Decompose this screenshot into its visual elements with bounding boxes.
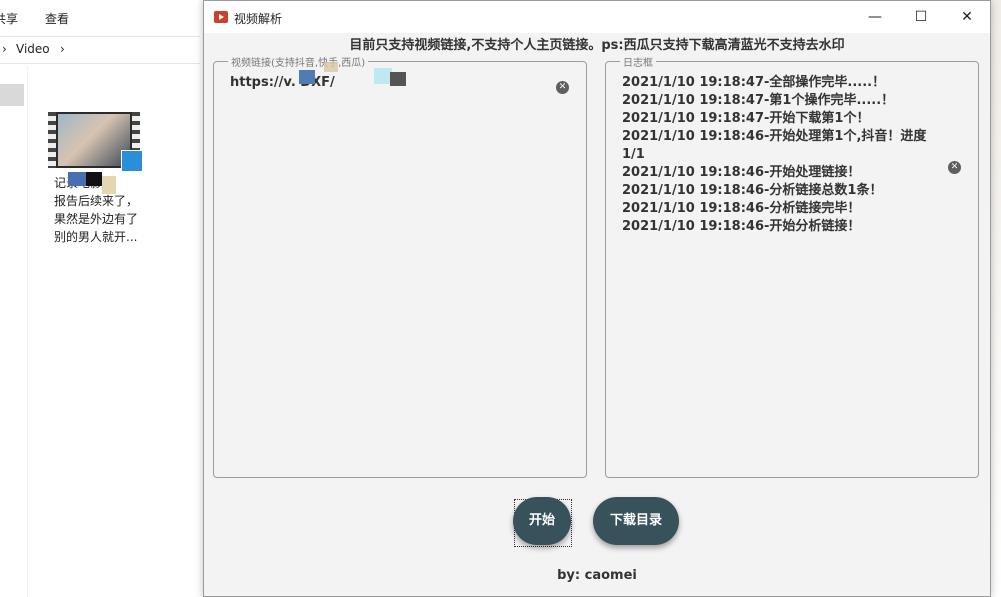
clear-url-icon[interactable]: ✕ (556, 81, 569, 94)
redaction-block (390, 72, 406, 86)
log-line: 2021/1/10 19:18:46-开始处理链接！ (622, 165, 861, 180)
redaction-block (68, 172, 86, 186)
redaction-block (86, 172, 102, 186)
clear-log-icon[interactable]: ✕ (948, 161, 961, 174)
title-bar[interactable]: 视频解析 — ☐ ✕ (204, 1, 990, 33)
minimize-button[interactable]: — (852, 1, 898, 33)
breadcrumb-video[interactable]: Video (16, 42, 50, 56)
log-line: 2021/1/10 19:18:46-分析链接总数1条！ (622, 183, 883, 198)
log-line: 2021/1/10 19:18:46-开始处理第1个,抖音！进度 1/1 (622, 129, 927, 162)
url-input-value[interactable]: https://v. DXF/ (230, 75, 335, 90)
log-line: 2021/1/10 19:18:46-分析链接完毕！ (622, 201, 861, 216)
pane-divider (27, 66, 28, 597)
menu-share[interactable]: 共享 (0, 10, 18, 27)
log-line: 2021/1/10 19:18:46-开始分析链接！ (622, 219, 861, 234)
redaction-block (299, 70, 315, 84)
notice-text: 目前只支持视频链接,不支持个人主页链接。ps:西瓜只支持下载高清蓝光不支持去水印 (349, 38, 845, 53)
log-line: 2021/1/10 19:18:47-全部操作完毕.....！ (622, 75, 886, 90)
video-parser-window: 视频解析 — ☐ ✕ 目前只支持视频链接,不支持个人主页链接。ps:西瓜只支持下… (203, 0, 991, 597)
file-name-line: 别的男人就开... (54, 230, 138, 244)
log-line: 2021/1/10 19:18:47-第1个操作完毕.....！ (622, 93, 895, 108)
redaction-block (324, 62, 338, 72)
start-button[interactable]: 开始 (513, 497, 571, 545)
address-bar[interactable]: › Video › (0, 36, 200, 64)
window-title: 视频解析 (234, 12, 283, 26)
log-box[interactable]: 日志框 2021/1/10 19:18:47-全部操作完毕.....！ 2021… (605, 54, 979, 478)
file-name-line: 报告后续来了， (54, 194, 139, 208)
thumbnail-image (58, 114, 130, 166)
url-field-label: 视频链接(支持抖音,快手,西瓜) (228, 54, 369, 69)
video-file-icon (121, 150, 143, 172)
log-box-label: 日志框 (620, 54, 656, 69)
nav-pane-selected-item[interactable] (0, 84, 24, 106)
chevron-right-icon: › (2, 42, 7, 56)
chevron-right-icon: › (60, 42, 65, 56)
filmstrip-left (48, 112, 56, 168)
log-list: 2021/1/10 19:18:47-全部操作完毕.....！ 2021/1/1… (622, 74, 952, 236)
maximize-button[interactable]: ☐ (898, 1, 944, 33)
file-name-line: 果然是外边有了 (54, 212, 139, 226)
menu-view[interactable]: 查看 (45, 10, 69, 27)
redaction-block (102, 176, 116, 194)
author-footer: by: caomei (557, 568, 637, 583)
app-play-icon (214, 11, 228, 23)
log-line: 2021/1/10 19:18:47-开始下载第1个！ (622, 111, 870, 126)
close-button[interactable]: ✕ (944, 1, 990, 33)
download-directory-button[interactable]: 下载目录 (593, 497, 679, 545)
url-input-field[interactable]: 视频链接(支持抖音,快手,西瓜) https://v. DXF/ ✕ (213, 54, 587, 478)
